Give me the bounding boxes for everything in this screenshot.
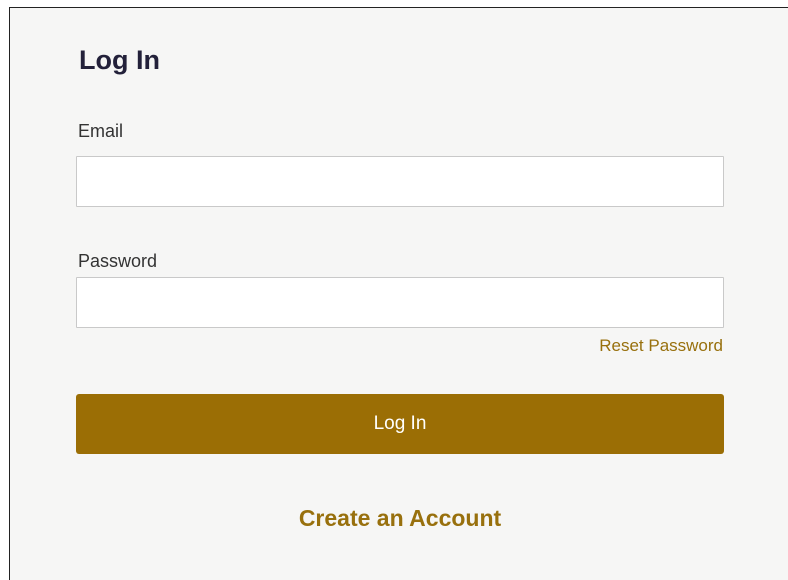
password-label: Password	[78, 251, 158, 271]
login-panel: Log In Email Password Reset Password Log…	[9, 7, 788, 580]
password-field[interactable]	[76, 277, 724, 328]
login-button[interactable]: Log In	[76, 394, 724, 454]
page-title: Log In	[79, 45, 160, 75]
email-label: Email	[78, 121, 124, 141]
email-field[interactable]	[76, 156, 724, 207]
reset-password-link[interactable]: Reset Password	[599, 336, 723, 356]
create-account-link[interactable]: Create an Account	[76, 504, 724, 532]
